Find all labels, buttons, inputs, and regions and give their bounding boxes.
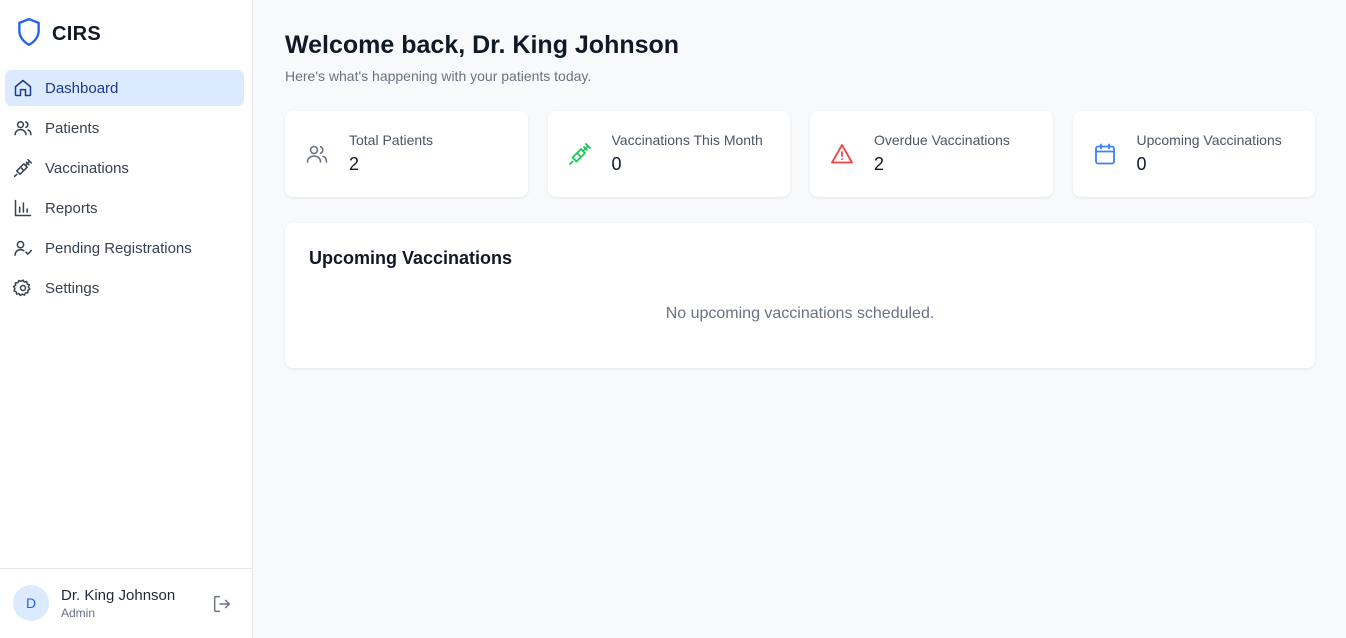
sidebar-item-label: Dashboard — [45, 79, 119, 97]
empty-state-message: No upcoming vaccinations scheduled. — [665, 305, 935, 322]
bar-chart-icon — [13, 198, 33, 218]
stat-card-upcoming-vaccinations: Upcoming Vaccinations 0 — [1072, 111, 1315, 197]
sidebar-item-vaccinations[interactable]: Vaccinations — [5, 150, 244, 186]
stat-value: 0 — [611, 154, 622, 174]
brand[interactable]: CIRS — [16, 17, 101, 52]
sidebar-item-label: Patients — [45, 119, 100, 137]
shield-icon — [16, 17, 42, 52]
users-icon — [13, 118, 33, 138]
panel-title: Upcoming Vaccinations — [309, 248, 513, 268]
user-role: Admin — [61, 606, 96, 620]
calendar-icon — [1093, 142, 1117, 166]
stat-label: Total Patients — [349, 132, 434, 148]
main-content: Welcome back, Dr. King Johnson Here's wh… — [253, 0, 1346, 638]
stat-card-total-patients: Total Patients 2 — [285, 111, 528, 197]
home-icon — [13, 78, 33, 98]
page-title: Welcome back, Dr. King Johnson — [285, 31, 680, 59]
stat-label: Upcoming Vaccinations — [1136, 132, 1282, 148]
stat-label: Overdue Vaccinations — [874, 132, 1010, 148]
sidebar: CIRS Dashboard Patients Vaccinations Rep… — [0, 0, 253, 638]
user-name: Dr. King Johnson — [61, 587, 176, 604]
sidebar-nav: Dashboard Patients Vaccinations Reports … — [5, 70, 244, 310]
sidebar-item-label: Reports — [45, 199, 98, 217]
avatar[interactable]: D — [13, 585, 49, 621]
sidebar-item-label: Settings — [45, 279, 100, 297]
sidebar-item-pending-registrations[interactable]: Pending Registrations — [5, 230, 244, 266]
alert-triangle-icon — [830, 142, 854, 166]
sidebar-item-reports[interactable]: Reports — [5, 190, 244, 226]
stats-row: Total Patients 2 Vaccinations This Month… — [285, 111, 1315, 197]
sidebar-item-label: Vaccinations — [45, 159, 129, 177]
user-check-icon — [13, 238, 33, 258]
page-subtitle: Here's what's happening with your patien… — [285, 68, 592, 84]
stat-value: 2 — [349, 154, 360, 174]
sidebar-item-patients[interactable]: Patients — [5, 110, 244, 146]
users-icon — [305, 142, 329, 166]
sidebar-item-label: Pending Registrations — [45, 239, 192, 257]
logout-icon[interactable] — [211, 593, 233, 615]
upcoming-vaccinations-panel: Upcoming Vaccinations No upcoming vaccin… — [285, 223, 1315, 368]
user-profile: D Dr. King Johnson Admin — [0, 568, 252, 638]
stat-value: 0 — [1136, 154, 1147, 174]
gear-icon — [13, 278, 33, 298]
sidebar-item-settings[interactable]: Settings — [5, 270, 244, 306]
app-name: CIRS — [52, 22, 101, 45]
stat-card-overdue-vaccinations: Overdue Vaccinations 2 — [810, 111, 1053, 197]
syringe-icon — [13, 158, 33, 178]
syringe-icon — [568, 142, 592, 166]
stat-value: 2 — [874, 154, 885, 174]
stat-card-vaccinations-this-month: Vaccinations This Month 0 — [547, 111, 790, 197]
sidebar-item-dashboard[interactable]: Dashboard — [5, 70, 244, 106]
stat-label: Vaccinations This Month — [611, 132, 763, 148]
